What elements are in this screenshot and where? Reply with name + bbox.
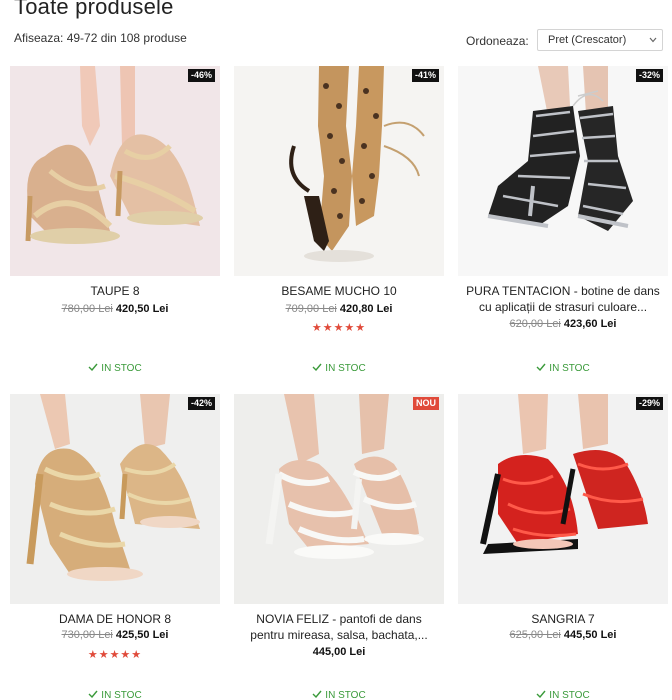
product-image[interactable]: -41% — [234, 66, 444, 276]
product-card[interactable]: -41% BESAME MUCHO 10 709,00 Lei 420,80 Le… — [234, 66, 444, 374]
stock-status: IN STOC — [234, 690, 444, 700]
new-badge: NOU — [413, 397, 439, 410]
stock-status: IN STOC — [458, 690, 668, 700]
sort-select-value: Pret (Crescator) — [548, 34, 627, 46]
old-price: 780,00 Lei — [61, 303, 113, 315]
product-card[interactable]: -32% PURA TENTACION - botine de dans cu … — [458, 66, 668, 374]
check-icon — [536, 363, 546, 371]
discount-badge: -46% — [187, 69, 215, 82]
old-price: 625,00 Lei — [509, 629, 561, 641]
stock-status: IN STOC — [234, 363, 444, 374]
sort-select[interactable]: Pret (Crescator) — [537, 29, 663, 51]
product-price: 445,00 Lei — [234, 646, 444, 658]
product-image[interactable]: -29% — [458, 394, 668, 604]
product-card[interactable]: -42% DAMA DE HONOR 8 730,00 Lei 425,50 Le… — [10, 394, 220, 700]
page-title: Toate produsele — [14, 0, 174, 19]
check-icon — [88, 690, 98, 698]
discount-badge: -29% — [635, 397, 663, 410]
product-title-line: NOVIA FELIZ - pantofi de dans — [256, 612, 422, 626]
stock-label: IN STOC — [549, 690, 590, 700]
current-price: 445,00 Lei — [312, 646, 366, 658]
stock-label: IN STOC — [101, 690, 142, 700]
product-image[interactable]: -42% — [10, 394, 220, 604]
chevron-down-icon — [649, 37, 657, 43]
results-count: Afiseaza: 49-72 din 108 produse — [14, 31, 187, 45]
product-price: 780,00 Lei 420,50 Lei — [10, 303, 220, 315]
rating-stars: ★★★★★ — [87, 649, 143, 661]
product-title[interactable]: PURA TENTACION - botine de dans cu aplic… — [458, 283, 668, 315]
current-price: 445,50 Lei — [563, 629, 617, 641]
old-price: 709,00 Lei — [285, 303, 337, 315]
stock-label: IN STOC — [325, 363, 366, 374]
product-title-line: pentru mireasa, salsa, bachata,... — [250, 628, 428, 642]
old-price: 620,00 Lei — [509, 318, 561, 330]
product-card[interactable]: -46% TAUPE 8 780,00 Lei 420,50 Lei IN STO… — [10, 66, 220, 374]
stock-label: IN STOC — [325, 690, 366, 700]
rating-stars: ★★★★★ — [311, 322, 367, 334]
product-image[interactable]: NOU — [234, 394, 444, 604]
discount-badge: -42% — [187, 397, 215, 410]
product-card[interactable]: -29% SANGRIA 7 625,00 Lei 445,50 Lei IN S… — [458, 394, 668, 700]
discount-badge: -32% — [635, 69, 663, 82]
product-title[interactable]: TAUPE 8 — [10, 283, 220, 299]
product-price: 709,00 Lei 420,80 Lei — [234, 303, 444, 315]
product-title[interactable]: SANGRIA 7 — [458, 611, 668, 627]
current-price: 425,50 Lei — [115, 629, 169, 641]
product-image[interactable]: -32% — [458, 66, 668, 276]
product-image[interactable]: -46% — [10, 66, 220, 276]
stock-status: IN STOC — [10, 363, 220, 374]
stock-status: IN STOC — [10, 690, 220, 700]
discount-badge: -41% — [411, 69, 439, 82]
check-icon — [536, 690, 546, 698]
product-title-line: cu aplicații de strasuri culoare... — [478, 300, 648, 314]
check-icon — [312, 363, 322, 371]
product-title[interactable]: NOVIA FELIZ - pantofi de dans pentru mir… — [234, 611, 444, 643]
check-icon — [312, 690, 322, 698]
check-icon — [88, 363, 98, 371]
old-price: 730,00 Lei — [61, 629, 113, 641]
stock-label: IN STOC — [101, 363, 142, 374]
current-price: 423,60 Lei — [563, 318, 617, 330]
product-price: 625,00 Lei 445,50 Lei — [458, 629, 668, 641]
current-price: 420,50 Lei — [115, 303, 169, 315]
product-card[interactable]: NOU NOVIA FELIZ - pantofi de dans pentru… — [234, 394, 444, 700]
product-title[interactable]: BESAME MUCHO 10 — [234, 283, 444, 299]
product-title-line: PURA TENTACION - botine de dans — [466, 284, 660, 298]
product-price: 730,00 Lei 425,50 Lei — [10, 629, 220, 641]
product-price: 620,00 Lei 423,60 Lei — [458, 318, 668, 330]
product-title[interactable]: DAMA DE HONOR 8 — [10, 611, 220, 627]
stock-status: IN STOC — [458, 363, 668, 374]
current-price: 420,80 Lei — [339, 303, 393, 315]
sort-label: Ordoneaza: — [466, 34, 529, 48]
stock-label: IN STOC — [549, 363, 590, 374]
